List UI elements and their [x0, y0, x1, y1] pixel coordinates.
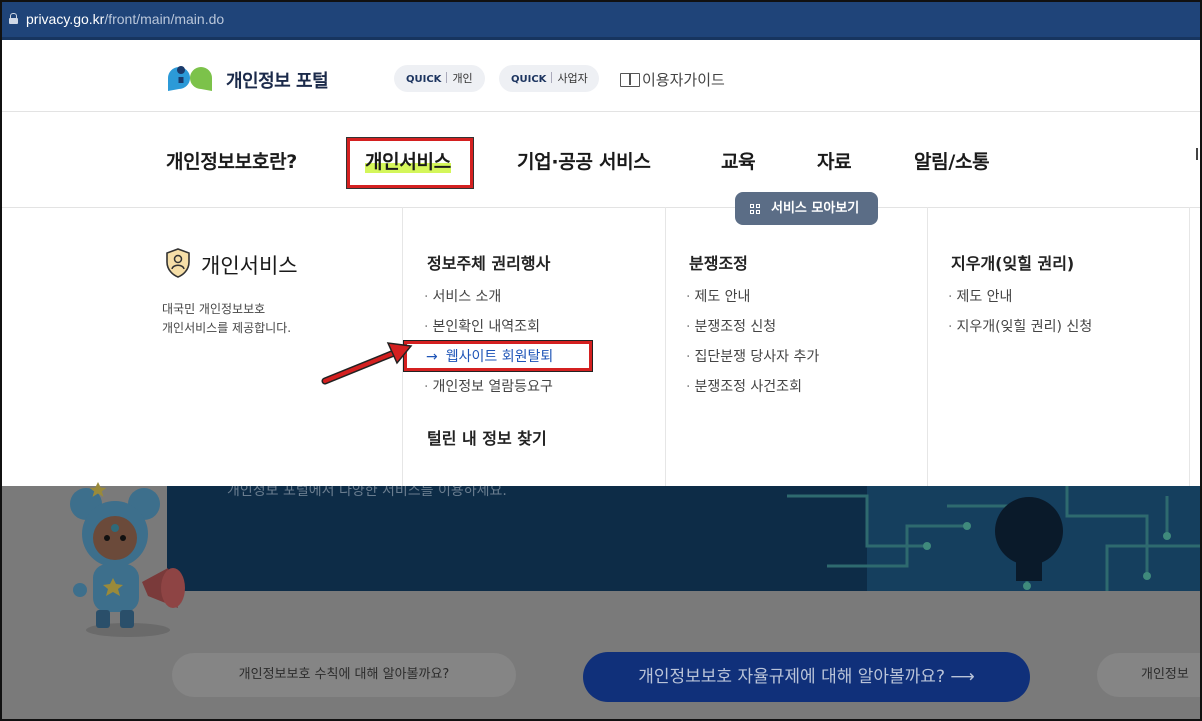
link-label: 개인정보 열람등요구	[432, 379, 553, 395]
quick-prefix: QUICK	[406, 74, 442, 85]
main-nav: 개인정보보호란? 개인서비스 기업·공공 서비스 교육 자료 알림/소통	[0, 113, 1202, 207]
link-label: 본인확인 내역조회	[432, 319, 540, 335]
logo-text[interactable]: 개인정보 포털	[226, 67, 329, 93]
bullet: ·	[948, 289, 953, 305]
link-privacy-access-request[interactable]: · 개인정보 열람등요구	[424, 376, 553, 396]
cta-right-button[interactable]: 개인정보	[1097, 653, 1202, 697]
column-divider	[927, 207, 928, 486]
link-eraser-guide[interactable]: · 제도 안내	[948, 286, 1012, 306]
column-heading-dispute[interactable]: 분쟁조정	[689, 250, 748, 274]
arrow-right-icon: ⟶	[950, 667, 975, 687]
grid-icon	[750, 204, 760, 214]
column-divider	[1189, 207, 1190, 486]
bullet: ·	[686, 289, 691, 305]
main-banner: 개인정보 포털에서 다양한 서비스를 이용하세요.	[167, 486, 1202, 591]
quick-prefix: QUICK	[511, 74, 547, 85]
bullet: ·	[948, 319, 953, 335]
lock-icon	[9, 13, 18, 24]
circuit-graphic	[787, 486, 1202, 591]
user-guide-label: 이용자가이드	[642, 71, 725, 89]
nav-item-privacy-about[interactable]: 개인정보보호란?	[166, 147, 297, 174]
panel-description-line: 개인서비스를 제공합니다.	[162, 321, 292, 335]
link-dispute-apply[interactable]: · 분쟁조정 신청	[686, 316, 776, 336]
pill-divider	[551, 72, 553, 83]
bullet: ·	[686, 379, 691, 395]
url-host: privacy.go.kr	[26, 11, 105, 27]
link-label: 제도 안내	[956, 289, 1013, 305]
cta-self-regulation-button[interactable]: 개인정보보호 자율규제에 대해 알아볼까요? ⟶	[583, 652, 1030, 702]
logo-icon[interactable]	[165, 64, 215, 92]
book-icon	[620, 73, 640, 87]
bullet: ·	[424, 319, 429, 335]
bullet: ·	[424, 379, 429, 395]
user-guide-link[interactable]: 이용자가이드	[620, 69, 725, 90]
url-path: /front/main/main.do	[104, 11, 225, 27]
link-label: 분쟁조정 신청	[694, 319, 777, 335]
link-identity-history[interactable]: · 본인확인 내역조회	[424, 316, 540, 336]
cta-privacy-rules-button[interactable]: 개인정보보호 수칙에 대해 알아볼까요?	[172, 653, 516, 697]
quick-business-button[interactable]: QUICK 사업자	[499, 65, 599, 92]
address-bar[interactable]: privacy.go.kr/front/main/main.do	[0, 0, 1202, 40]
shield-user-icon	[166, 248, 190, 278]
link-label: 집단분쟁 당사자 추가	[694, 349, 820, 365]
bullet: ·	[686, 349, 691, 365]
nav-item-resources[interactable]: 자료	[817, 147, 852, 174]
banner-text: 개인정보 포털에서 다양한 서비스를 이용하세요.	[227, 486, 507, 499]
nav-item-notice[interactable]: 알림/소통	[914, 147, 990, 174]
url-text[interactable]: privacy.go.kr/front/main/main.do	[26, 11, 224, 27]
nav-edge-mark	[1196, 148, 1198, 160]
bullet: ·	[424, 289, 429, 305]
column-heading-eraser[interactable]: 지우개(잊힐 권리)	[951, 250, 1074, 274]
column-heading-leaked-info[interactable]: 털린 내 정보 찾기	[427, 425, 547, 449]
panel-title-text: 개인서비스	[201, 254, 298, 278]
mascot-character-icon	[70, 482, 185, 637]
cta-main-label: 개인정보보호 자율규제에 대해 알아볼까요?	[638, 667, 945, 687]
service-collection-button[interactable]: 서비스 모아보기	[735, 192, 878, 225]
link-label: 분쟁조정 사건조회	[694, 379, 802, 395]
link-label: 지우개(잊힐 권리) 신청	[956, 319, 1093, 335]
quick-personal-button[interactable]: QUICK 개인	[394, 65, 485, 92]
link-label: 제도 안내	[694, 289, 751, 305]
link-eraser-apply[interactable]: · 지우개(잊힐 권리) 신청	[948, 316, 1092, 336]
link-dispute-guide[interactable]: · 제도 안내	[686, 286, 750, 306]
annotation-arrow-icon	[321, 342, 413, 385]
nav-item-business-public[interactable]: 기업·공공 서비스	[517, 147, 651, 174]
bullet: ·	[686, 319, 691, 335]
link-label: 서비스 소개	[432, 289, 502, 305]
link-group-dispute-add[interactable]: · 집단분쟁 당사자 추가	[686, 346, 819, 366]
link-dispute-case-lookup[interactable]: · 분쟁조정 사건조회	[686, 376, 802, 396]
panel-description-line: 대국민 개인정보보호	[162, 302, 266, 316]
annotation-box-withdrawal	[403, 340, 593, 372]
nav-item-education[interactable]: 교육	[721, 147, 756, 174]
site-header: 개인정보 포털 QUICK 개인 QUICK 사업자 이용자가이드	[0, 40, 1202, 112]
annotation-box-nav	[346, 137, 474, 189]
link-service-intro[interactable]: · 서비스 소개	[424, 286, 501, 306]
quick-business-label: 사업자	[557, 72, 588, 85]
pill-divider	[446, 72, 448, 83]
panel-description: 대국민 개인정보보호 개인서비스를 제공합니다.	[162, 300, 291, 338]
quick-personal-label: 개인	[452, 72, 473, 85]
service-collection-label: 서비스 모아보기	[771, 201, 860, 216]
column-divider	[665, 207, 666, 486]
column-heading-rights[interactable]: 정보주체 권리행사	[427, 250, 550, 274]
